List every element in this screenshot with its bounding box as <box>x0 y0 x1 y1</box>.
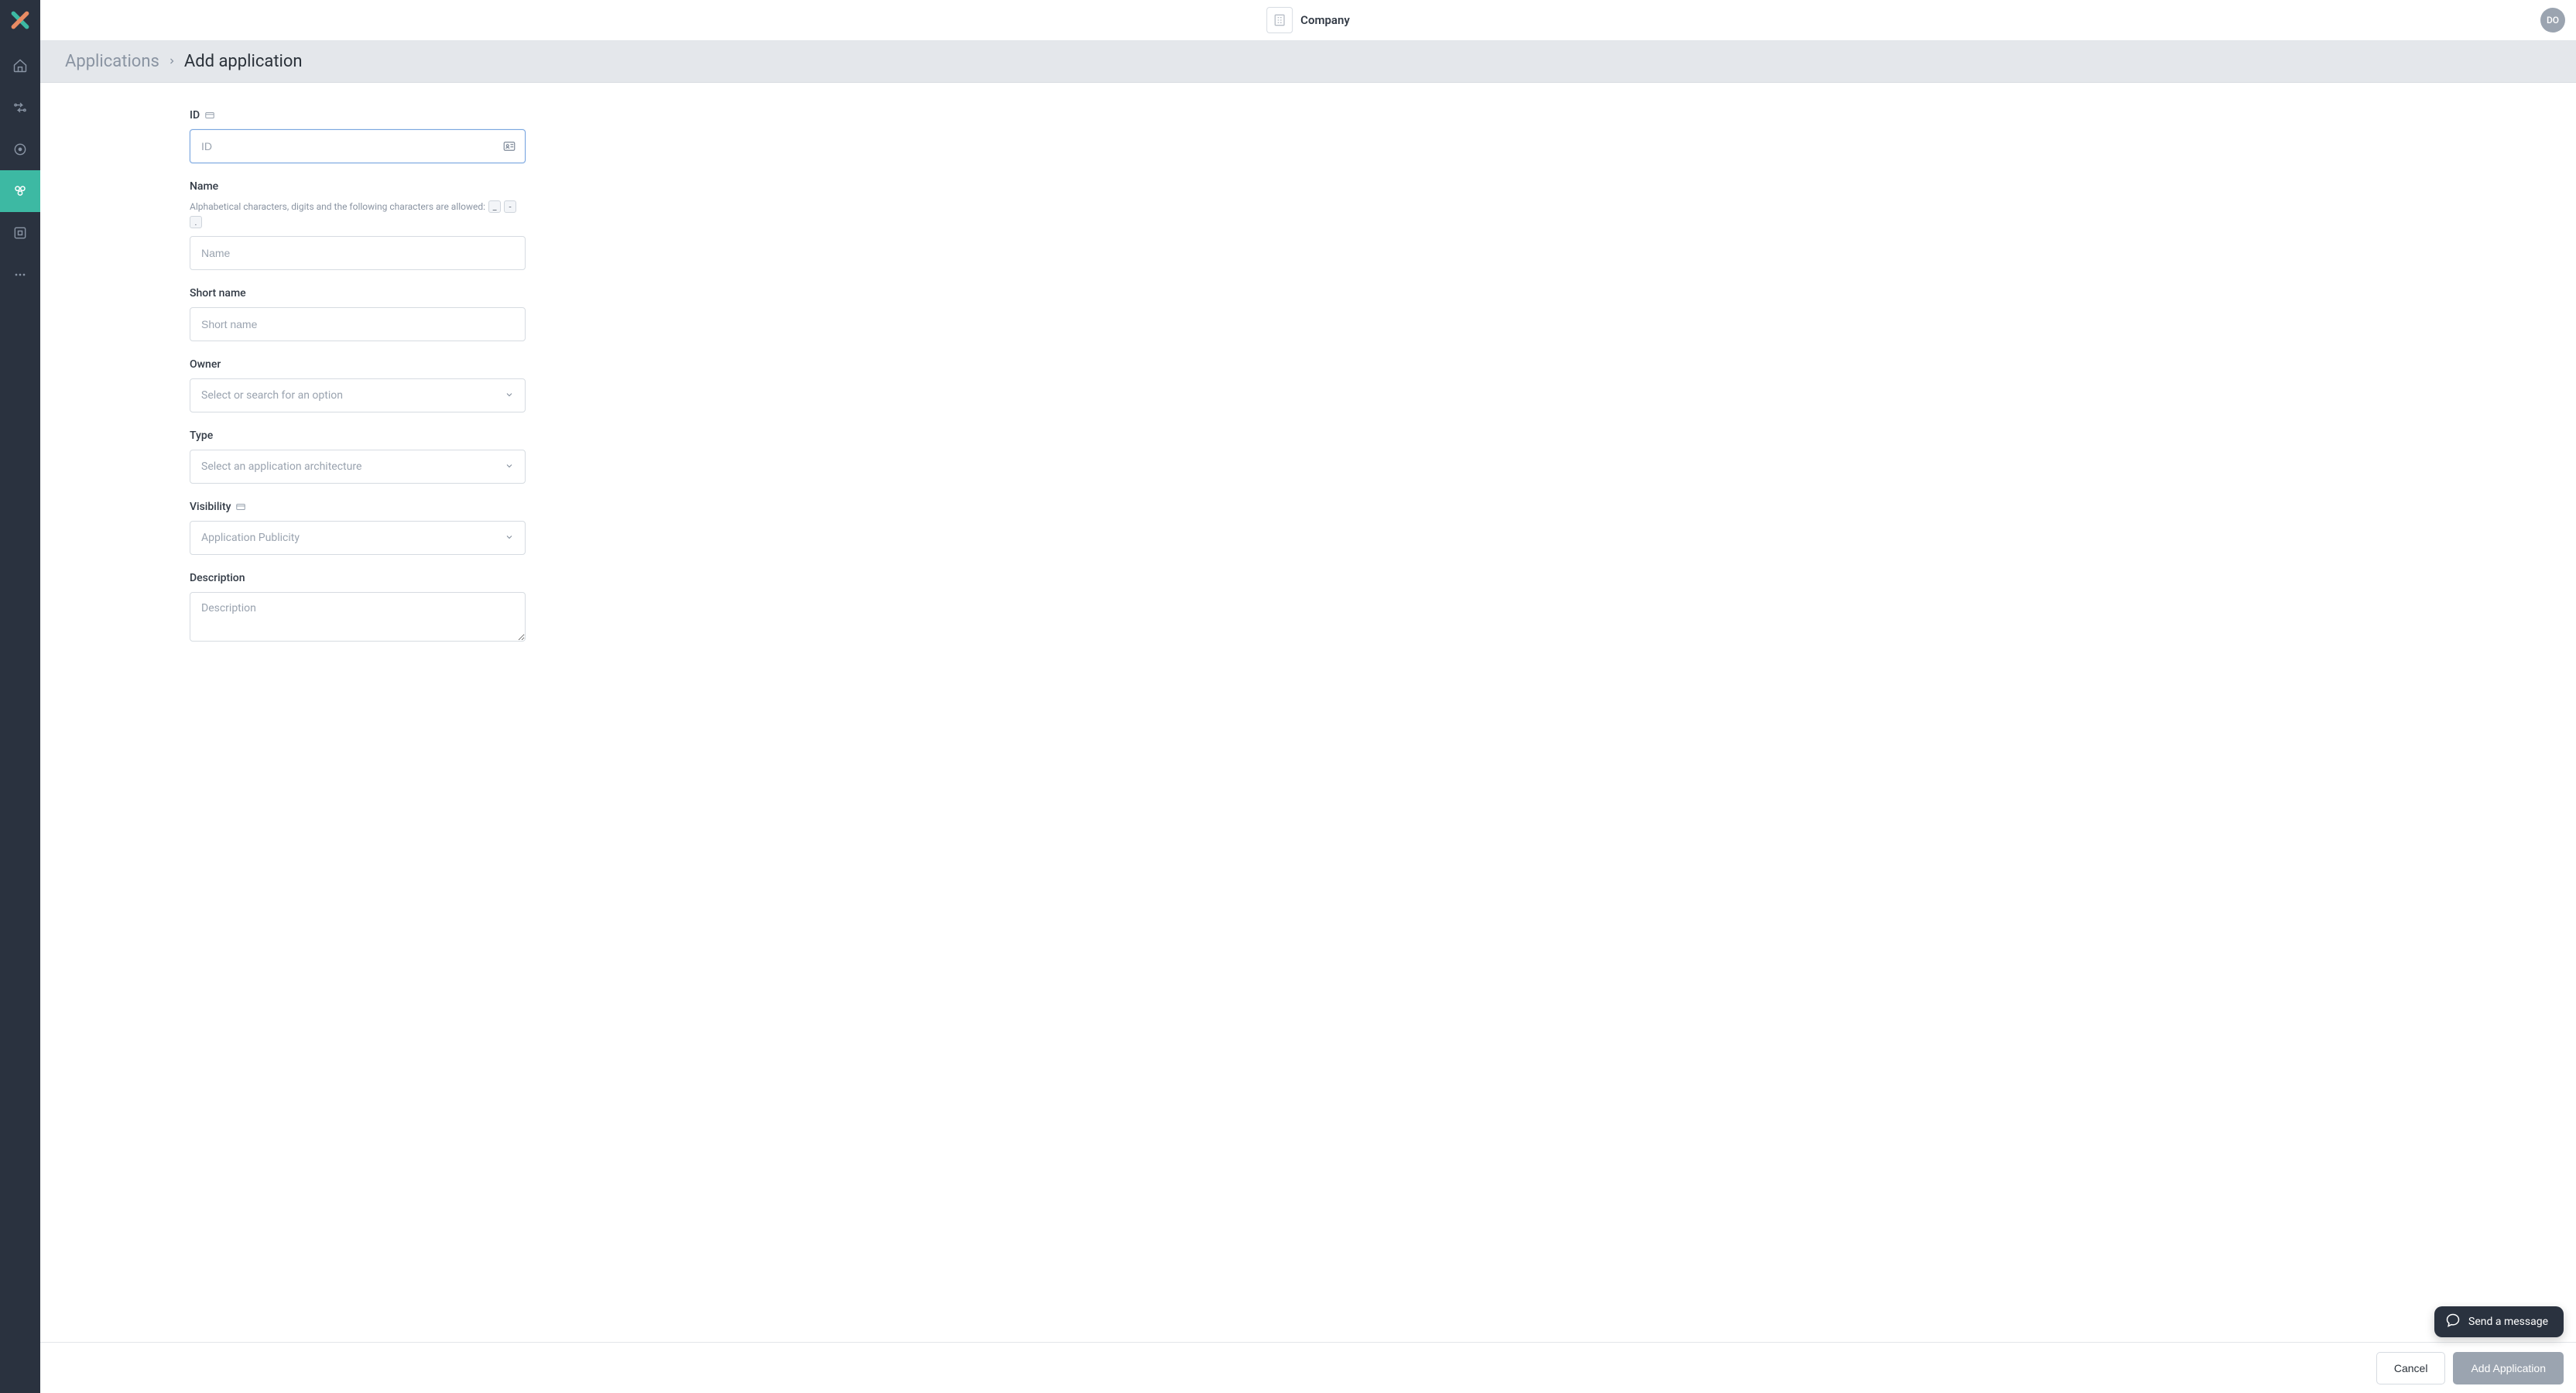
breadcrumb-root[interactable]: Applications <box>65 52 159 71</box>
chat-icon <box>2445 1313 2461 1331</box>
type-placeholder: Select an application architecture <box>201 460 361 473</box>
add-application-button[interactable]: Add Application <box>2453 1352 2564 1384</box>
header-center: Company <box>1266 7 1350 33</box>
nav-home[interactable] <box>0 45 40 87</box>
chevron-right-icon <box>167 54 176 69</box>
name-help-text: Alphabetical characters, digits and the … <box>190 201 485 212</box>
id-input[interactable] <box>190 129 526 163</box>
short-name-input[interactable] <box>190 307 526 341</box>
nav-flows[interactable] <box>0 87 40 128</box>
label-type: Type <box>190 430 213 442</box>
owner-select[interactable]: Select or search for an option <box>190 378 526 412</box>
company-icon[interactable] <box>1266 7 1293 33</box>
field-owner: Owner Select or search for an option <box>190 358 526 412</box>
chat-widget[interactable]: Send a message <box>2434 1306 2564 1337</box>
field-description: Description <box>190 572 526 645</box>
footer: Cancel Add Application <box>40 1342 2576 1393</box>
cancel-button[interactable]: Cancel <box>2376 1352 2446 1384</box>
card-icon <box>235 501 246 512</box>
description-textarea[interactable] <box>190 592 526 642</box>
visibility-placeholder: Application Publicity <box>201 532 300 544</box>
nav-target[interactable] <box>0 128 40 170</box>
label-owner: Owner <box>190 358 221 371</box>
label-id: ID <box>190 109 200 122</box>
field-name: Name Alphabetical characters, digits and… <box>190 180 526 270</box>
nav-box[interactable] <box>0 212 40 254</box>
chevron-down-icon <box>505 461 514 473</box>
header: Company DO <box>40 0 2576 41</box>
field-visibility: Visibility Application Publicity <box>190 501 526 555</box>
nav-more[interactable] <box>0 254 40 296</box>
contact-card-icon[interactable] <box>502 139 516 153</box>
nav-applications[interactable] <box>0 170 40 212</box>
avatar[interactable]: DO <box>2540 8 2565 33</box>
field-short-name: Short name <box>190 287 526 341</box>
card-icon <box>204 110 215 121</box>
sidebar <box>0 0 40 1393</box>
chat-label: Send a message <box>2468 1316 2548 1328</box>
breadcrumb: Applications Add application <box>40 41 2576 83</box>
chip-dot: . <box>190 216 202 228</box>
label-short-name: Short name <box>190 287 246 299</box>
type-select[interactable]: Select an application architecture <box>190 450 526 484</box>
chevron-down-icon <box>505 532 514 544</box>
name-help: Alphabetical characters, digits and the … <box>190 200 526 228</box>
chip-underscore: _ <box>488 200 501 213</box>
label-name: Name <box>190 180 218 193</box>
field-type: Type Select an application architecture <box>190 430 526 484</box>
visibility-select[interactable]: Application Publicity <box>190 521 526 555</box>
add-application-form: ID Name Alphabetical ch <box>190 109 526 645</box>
label-visibility: Visibility <box>190 501 231 513</box>
header-company-label[interactable]: Company <box>1300 13 1350 27</box>
owner-placeholder: Select or search for an option <box>201 389 343 402</box>
content: ID Name Alphabetical ch <box>40 83 2576 1342</box>
breadcrumb-current: Add application <box>184 52 303 71</box>
main: Company DO Applications Add application … <box>40 0 2576 1393</box>
logo[interactable] <box>0 0 40 40</box>
chevron-down-icon <box>505 390 514 402</box>
chip-dash: - <box>504 200 516 213</box>
label-description: Description <box>190 572 245 584</box>
name-input[interactable] <box>190 236 526 270</box>
field-id: ID <box>190 109 526 163</box>
